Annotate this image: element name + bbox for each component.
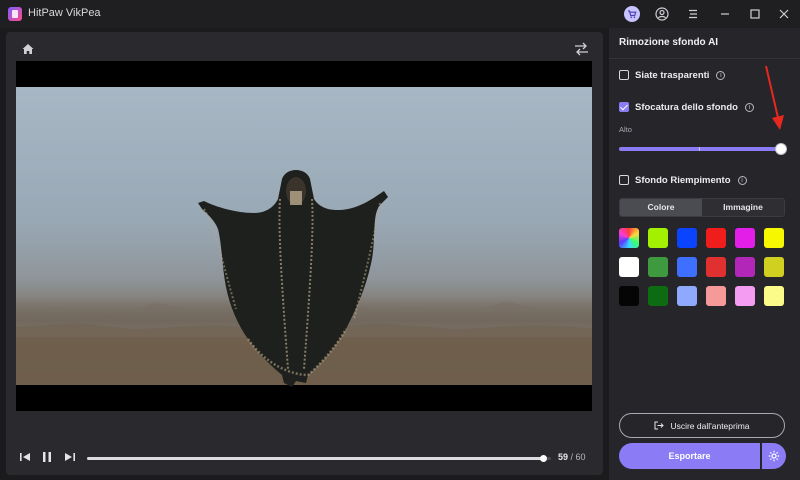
annotation-arrow <box>765 65 784 130</box>
exit-icon <box>654 421 665 430</box>
pause-icon[interactable] <box>40 450 54 464</box>
color-swatch[interactable] <box>706 286 726 306</box>
exit-preview-label: Uscire dall'anteprima <box>670 420 750 431</box>
info-icon[interactable]: i <box>737 175 747 185</box>
total-frames: / 60 <box>570 452 586 462</box>
app-logo <box>8 7 22 21</box>
tab-image[interactable]: Immagine <box>702 199 784 216</box>
video-frame-image <box>16 87 592 387</box>
frame-counter: 59 / 60 <box>558 452 586 462</box>
slider-midpoint-mark <box>699 147 700 151</box>
transparent-checkbox[interactable] <box>619 70 629 80</box>
playback-controls: 59 / 60 <box>6 444 603 472</box>
color-swatch[interactable] <box>619 257 639 277</box>
color-swatch[interactable] <box>677 228 697 248</box>
color-swatch[interactable] <box>706 257 726 277</box>
blur-level-slider[interactable] <box>619 144 786 154</box>
color-swatch[interactable] <box>706 228 726 248</box>
current-frame: 59 <box>558 452 569 462</box>
fill-label: Sfondo Riempimento <box>635 174 731 186</box>
export-button[interactable]: Esportare <box>619 443 760 469</box>
option-transparent[interactable]: Siate trasparenti i <box>619 68 726 82</box>
cart-icon[interactable] <box>624 6 640 22</box>
home-icon[interactable] <box>21 42 35 56</box>
gear-icon <box>768 450 780 462</box>
color-swatch[interactable] <box>764 257 784 277</box>
app-title: HitPaw VikPea <box>28 7 101 19</box>
timeline-track[interactable] <box>87 455 551 462</box>
custom-color-swatch[interactable] <box>619 228 639 248</box>
color-swatch[interactable] <box>677 257 697 277</box>
next-frame-icon[interactable] <box>63 450 77 464</box>
user-account-icon[interactable] <box>653 5 671 23</box>
blur-label: Sfocatura dello sfondo <box>635 101 738 113</box>
fill-tabs: Colore Immagine <box>619 198 785 217</box>
color-swatch[interactable] <box>764 286 784 306</box>
video-preview[interactable] <box>16 61 592 411</box>
maximize-icon[interactable] <box>746 5 764 23</box>
close-icon[interactable] <box>775 5 793 23</box>
color-swatch[interactable] <box>764 228 784 248</box>
exit-preview-button[interactable]: Uscire dall'anteprima <box>619 413 785 438</box>
panel-divider <box>609 58 800 59</box>
color-swatch[interactable] <box>735 228 755 248</box>
swap-icon[interactable] <box>574 42 589 56</box>
settings-panel: Rimozione sfondo AI Siate trasparenti i … <box>609 28 800 480</box>
panel-title: Rimozione sfondo AI <box>619 37 719 48</box>
subject-figure <box>198 170 388 387</box>
previous-frame-icon[interactable] <box>18 450 32 464</box>
minimize-icon[interactable] <box>716 5 734 23</box>
info-icon[interactable]: i <box>716 70 726 80</box>
preview-area: 59 / 60 <box>6 32 603 475</box>
blur-checkbox[interactable] <box>619 102 629 112</box>
export-settings-button[interactable] <box>762 443 786 469</box>
option-fill[interactable]: Sfondo Riempimento i <box>619 173 747 187</box>
color-swatch[interactable] <box>735 286 755 306</box>
color-swatch[interactable] <box>648 286 668 306</box>
menu-icon[interactable] <box>684 5 702 23</box>
color-swatch[interactable] <box>735 257 755 277</box>
color-swatch[interactable] <box>619 286 639 306</box>
blur-level-label: Alto <box>619 125 632 134</box>
color-swatch[interactable] <box>648 228 668 248</box>
timeline-progress <box>87 457 544 460</box>
info-icon[interactable]: i <box>744 102 754 112</box>
transparent-label: Siate trasparenti <box>635 69 710 81</box>
slider-handle[interactable] <box>776 144 786 154</box>
color-swatch[interactable] <box>648 257 668 277</box>
tab-color[interactable]: Colore <box>620 199 702 216</box>
color-swatch[interactable] <box>677 286 697 306</box>
fill-checkbox[interactable] <box>619 175 629 185</box>
option-blur[interactable]: Sfocatura dello sfondo i <box>619 100 754 114</box>
timeline-handle[interactable] <box>539 455 547 462</box>
title-bar: HitPaw VikPea <box>0 0 800 28</box>
